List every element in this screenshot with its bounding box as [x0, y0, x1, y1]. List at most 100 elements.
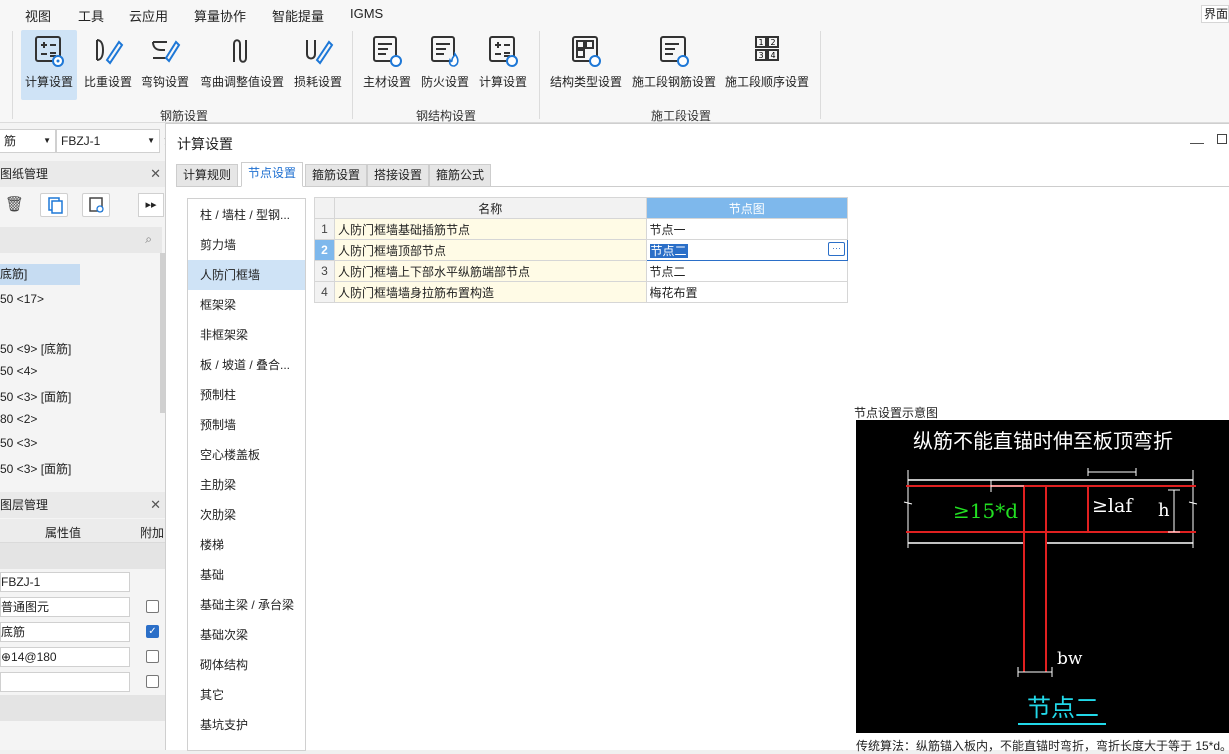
category-item[interactable]: 其它: [188, 680, 305, 710]
hook-settings-button[interactable]: 弯钩设置: [139, 30, 191, 100]
structure-type-button[interactable]: 结构类型设置: [546, 30, 626, 100]
menu-view[interactable]: 视图: [25, 6, 51, 25]
calc-settings-button[interactable]: 计算设置: [21, 30, 77, 100]
ui-button[interactable]: 界面: [1201, 5, 1229, 23]
menu-cloud[interactable]: 云应用: [129, 6, 168, 25]
category-item[interactable]: 柱 / 墙柱 / 型钢...: [188, 200, 305, 230]
row-value[interactable]: 节点一: [645, 218, 849, 240]
main-material-button[interactable]: 主材设置: [360, 30, 414, 100]
tab-stirrup-formula[interactable]: 箍筋公式: [429, 164, 492, 187]
prop-header-label: 属性值: [45, 526, 82, 540]
loss-settings-label: 损耗设置: [293, 75, 342, 89]
svg-text:1: 1: [758, 38, 763, 47]
copy-icon[interactable]: [40, 193, 68, 217]
close-icon[interactable]: ✕: [150, 161, 161, 187]
row-value-editor[interactable]: 节点二 ···: [645, 239, 849, 261]
category-item[interactable]: 楼梯: [188, 530, 305, 560]
diagram-heading: 纵筋不能直锚时伸至板顶弯折: [913, 429, 1173, 453]
category-item[interactable]: 次肋梁: [188, 500, 305, 530]
menu-tools[interactable]: 工具: [78, 6, 104, 25]
category-item[interactable]: 板 / 坡道 / 叠合...: [188, 350, 305, 380]
prop-name-field[interactable]: FBZJ-1: [0, 572, 130, 592]
prop-checkbox-checked[interactable]: ✓: [146, 625, 159, 638]
table-row[interactable]: 3 人防门框墙上下部水平纵筋端部节点 节点二: [314, 260, 849, 282]
label-laf: ≥laf: [1092, 495, 1134, 517]
tree-row[interactable]: 50 <4>: [0, 364, 37, 378]
prop-rebar-field[interactable]: ⊕14@180: [0, 647, 130, 667]
steel-calc-label: 计算设置: [478, 75, 527, 89]
category-item[interactable]: 非框架梁: [188, 320, 305, 350]
tree-row[interactable]: 50 <3> [面筋]: [0, 388, 71, 405]
tree-row[interactable]: 50 <17>: [0, 292, 44, 306]
type-combo[interactable]: 筋 ▼: [0, 129, 56, 153]
maximize-icon[interactable]: [1217, 134, 1227, 144]
category-item[interactable]: 框架梁: [188, 290, 305, 320]
tab-node-settings[interactable]: 节点设置: [241, 162, 304, 187]
ellipsis-button[interactable]: ···: [828, 242, 845, 256]
prop-checkbox[interactable]: [146, 650, 159, 663]
prop-type-field[interactable]: 普通图元: [0, 597, 130, 617]
component-combo[interactable]: FBZJ-1 ▼: [56, 129, 160, 153]
group-rebar-label: 钢筋设置: [160, 109, 209, 123]
menu-collab[interactable]: 算量协作: [194, 6, 246, 25]
prop-checkbox[interactable]: [146, 600, 159, 613]
category-item[interactable]: 空心楼盖板: [188, 440, 305, 470]
bend-adjust-button[interactable]: 弯曲调整值设置: [196, 30, 288, 100]
stage-order-icon: 1 23 4: [755, 36, 779, 61]
tree-row[interactable]: 50 <9> [底筋]: [0, 340, 71, 357]
stage-order-label: 施工段顺序设置: [724, 75, 809, 89]
stage-rebar-button[interactable]: 施工段钢筋设置: [629, 30, 719, 100]
category-item[interactable]: 基础主梁 / 承台梁: [188, 590, 305, 620]
category-item[interactable]: 砌体结构: [188, 650, 305, 680]
category-item[interactable]: 基础: [188, 560, 305, 590]
tree-row[interactable]: 80 <2>: [0, 412, 37, 426]
stage-rebar-icon: [660, 36, 689, 67]
fireproof-icon: [431, 36, 459, 67]
table-row[interactable]: 4 人防门框墙墙身拉筋布置构造 梅花布置: [314, 281, 849, 303]
weight-settings-icon: [96, 39, 124, 65]
prop-position-field[interactable]: 底筋: [0, 622, 130, 642]
category-item[interactable]: 主肋梁: [188, 470, 305, 500]
tab-calc-rules[interactable]: 计算规则: [176, 164, 239, 187]
dialog-title: 计算设置: [177, 136, 233, 152]
category-item[interactable]: 剪力墙: [188, 230, 305, 260]
category-item-selected[interactable]: 人防门框墙: [188, 260, 305, 290]
row-value[interactable]: 节点二: [645, 260, 849, 282]
laf-dimension: [1087, 468, 1137, 476]
tree-row[interactable]: 50 <3> [面筋]: [0, 460, 71, 477]
stage-order-button[interactable]: 1234 施工段顺序设置: [722, 30, 812, 100]
more-icon[interactable]: ▸▸: [138, 193, 164, 217]
category-item[interactable]: 预制墙: [188, 410, 305, 440]
minimize-icon[interactable]: —: [1190, 134, 1204, 150]
category-item[interactable]: 基础次梁: [188, 620, 305, 650]
search-icon: ⌕: [145, 232, 152, 246]
table-row-current[interactable]: 2 人防门框墙顶部节点 节点二 ···: [314, 239, 849, 261]
prop-checkbox[interactable]: [146, 675, 159, 688]
arrow-tick: [903, 501, 1198, 505]
tab-lap-settings[interactable]: 搭接设置: [367, 164, 430, 187]
tree-row[interactable]: 50 <3>: [0, 436, 37, 450]
table-row[interactable]: 1 人防门框墙基础插筋节点 节点一: [314, 218, 849, 240]
structure-type-icon: [572, 36, 601, 67]
close-icon[interactable]: ✕: [150, 492, 161, 518]
fireproof-button[interactable]: 防火设置: [418, 30, 472, 100]
save-icon[interactable]: [82, 193, 110, 217]
menu-bar: 视图 工具 云应用 算量协作 智能提量 IGMS 界面: [0, 0, 1229, 27]
loss-settings-button[interactable]: 损耗设置: [291, 30, 345, 100]
category-item[interactable]: 基坑支护: [188, 710, 305, 740]
fireproof-label: 防火设置: [420, 75, 469, 89]
search-box[interactable]: ⌕: [0, 227, 162, 253]
weight-settings-button[interactable]: 比重设置: [82, 30, 134, 100]
row-value[interactable]: 梅花布置: [645, 281, 849, 303]
tab-stirrup-settings[interactable]: 箍筋设置: [305, 164, 368, 187]
delete-icon[interactable]: 🗑: [5, 195, 24, 213]
d15-dimension: [990, 480, 1024, 492]
category-item[interactable]: 预制柱: [188, 380, 305, 410]
menu-igms[interactable]: IGMS: [350, 6, 383, 21]
prop-empty-field[interactable]: [0, 672, 130, 692]
node-name-label: 节点二: [1027, 694, 1099, 722]
menu-smart[interactable]: 智能提量: [272, 6, 324, 25]
tree-selected-row[interactable]: 底筋]: [0, 264, 80, 285]
steel-calc-button[interactable]: 计算设置: [476, 30, 530, 100]
row-value-selected-text[interactable]: 节点二: [649, 243, 688, 258]
